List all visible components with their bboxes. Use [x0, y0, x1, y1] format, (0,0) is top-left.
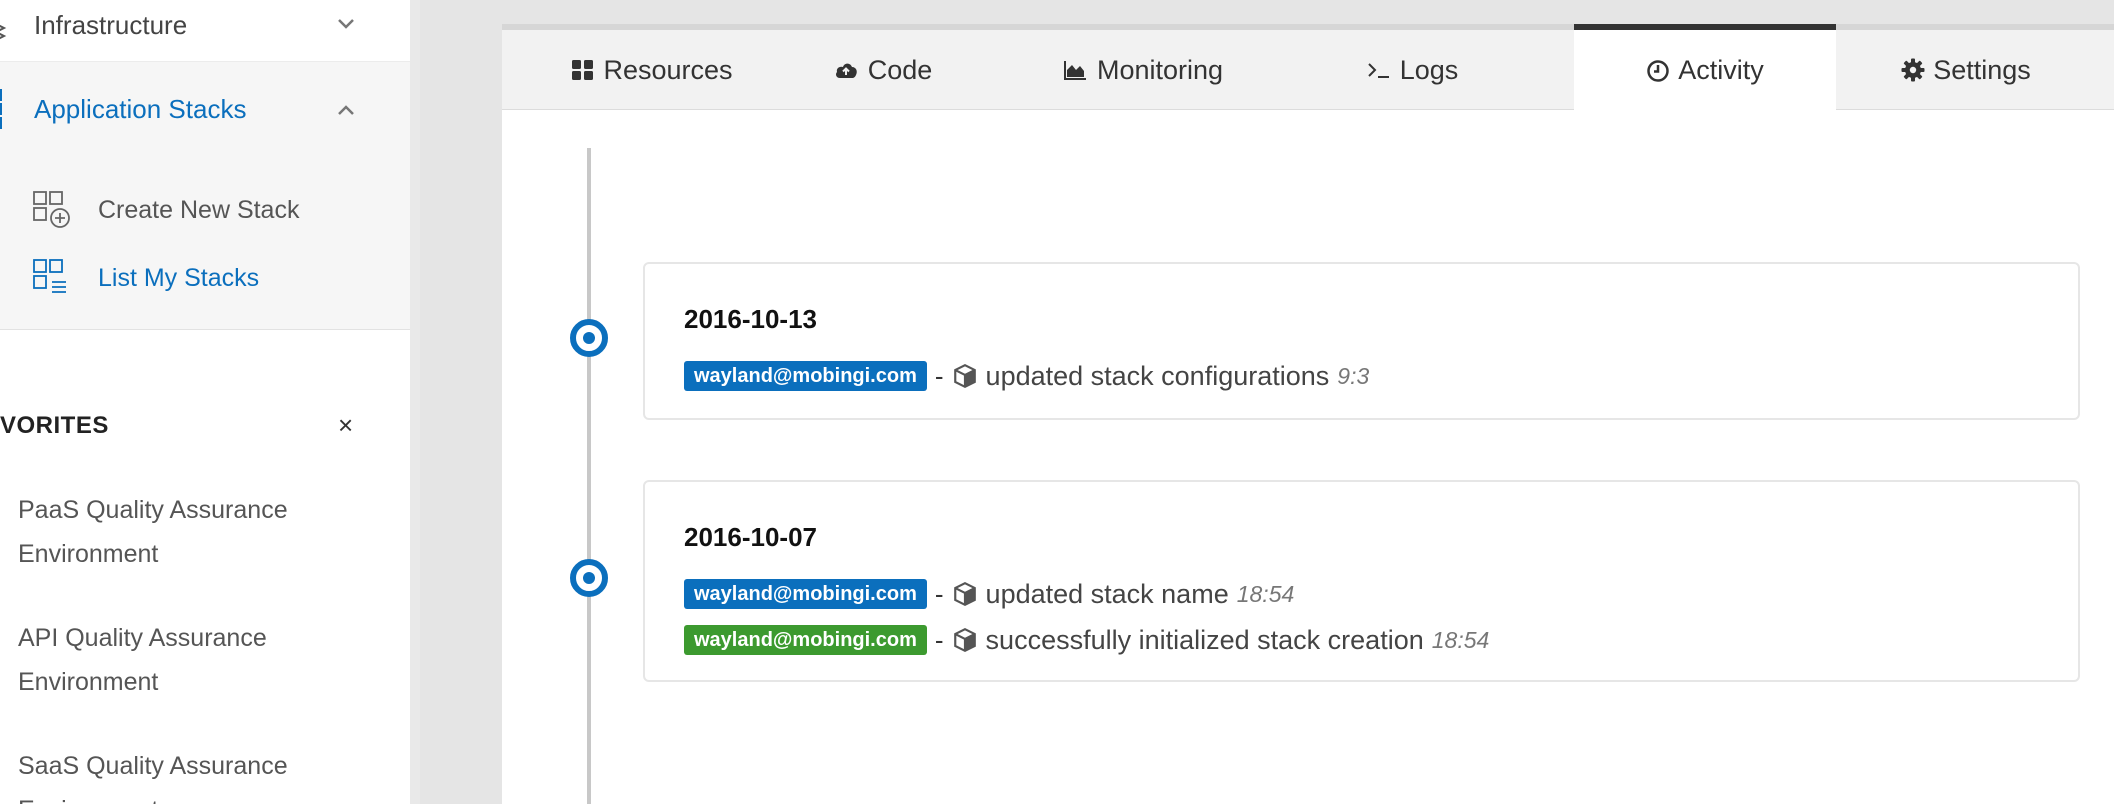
favorites-close-icon[interactable]: ×	[338, 410, 353, 441]
tab-label: Settings	[1933, 54, 2031, 85]
activity-date: 2016-10-07	[684, 522, 817, 552]
tab-monitoring[interactable]: Monitoring	[1022, 30, 1262, 110]
user-badge[interactable]: wayland@mobingi.com	[684, 625, 927, 655]
activity-date: 2016-10-13	[684, 304, 817, 334]
tab-logs[interactable]: Logs	[1302, 30, 1522, 110]
separator: -	[934, 578, 944, 609]
activity-time: 18:54	[1431, 626, 1490, 653]
list-my-stacks-label: List My Stacks	[98, 263, 260, 292]
tab-settings[interactable]: Settings	[1836, 30, 2096, 110]
area-chart-icon	[1063, 61, 1086, 80]
grid-icon	[572, 60, 594, 80]
favorite-item-line: Environment	[18, 668, 159, 696]
activity-entry: wayland@mobingi.com - updated stack conf…	[684, 359, 1369, 393]
cube-icon	[953, 627, 976, 653]
timeline-marker	[570, 319, 608, 357]
gear-icon	[1901, 58, 1925, 82]
favorites-header: VORITES ×	[0, 410, 410, 442]
tab-bar: Resources Code Monitoring Logs Activity …	[502, 24, 2114, 111]
nav-label-infrastructure: Infrastructure	[34, 9, 188, 40]
sidebar-divider	[410, 0, 420, 804]
application-stacks-submenu: Create New Stack List My Stacks	[0, 156, 410, 330]
favorite-item[interactable]: PaaS Quality Assurance Environment	[18, 488, 358, 576]
cube-icon	[953, 581, 976, 607]
nav-item-infrastructure[interactable]: Infrastructure	[0, 0, 410, 62]
chevron-up-icon[interactable]	[336, 100, 356, 120]
favorite-item-line: Environment	[18, 540, 159, 568]
tab-resources[interactable]: Resources	[542, 30, 762, 110]
favorite-item-line: PaaS Quality Assurance	[18, 496, 288, 524]
activity-card: 2016-10-13 wayland@mobingi.com - updated…	[643, 262, 2080, 420]
activity-time: 9:3	[1337, 362, 1370, 389]
tab-code[interactable]: Code	[802, 30, 962, 110]
sidebar: Infrastructure Application Stacks Create…	[0, 0, 410, 804]
nav-label-application-stacks: Application Stacks	[34, 93, 247, 124]
clock-icon	[1647, 59, 1669, 82]
create-stack-icon	[33, 191, 70, 228]
activity-message: updated stack configurations	[985, 360, 1330, 391]
cloud-upload-icon	[835, 63, 857, 78]
stack-detail-panel: Resources Code Monitoring Logs Activity …	[502, 24, 2114, 804]
tab-label: Activity	[1678, 55, 1764, 85]
favorite-item-line: API Quality Assurance	[18, 624, 267, 652]
create-new-stack-label: Create New Stack	[98, 195, 300, 224]
list-my-stacks-link[interactable]: List My Stacks	[30, 254, 259, 302]
user-badge[interactable]: wayland@mobingi.com	[684, 361, 927, 391]
user-badge[interactable]: wayland@mobingi.com	[684, 579, 927, 609]
favorite-item-line: Environment	[18, 788, 358, 804]
activity-entry: wayland@mobingi.com - successfully initi…	[684, 623, 1489, 657]
tab-label: Logs	[1399, 54, 1459, 85]
favorites-title: VORITES	[0, 412, 109, 439]
stack-icon	[0, 89, 2, 129]
favorite-item[interactable]: API Quality Assurance Environment	[18, 616, 358, 704]
separator: -	[934, 360, 944, 391]
activity-card: 2016-10-07 wayland@mobingi.com - updated…	[643, 480, 2080, 682]
tab-label: Monitoring	[1096, 54, 1224, 85]
tab-label: Code	[867, 54, 933, 85]
tab-activity[interactable]: Activity	[1574, 24, 1836, 111]
cube-icon	[953, 363, 976, 389]
activity-time: 18:54	[1236, 580, 1295, 607]
infrastructure-icon	[0, 24, 7, 40]
terminal-icon	[1368, 63, 1389, 78]
chevron-down-icon[interactable]	[336, 14, 356, 34]
nav-item-application-stacks[interactable]: Application Stacks	[0, 62, 410, 156]
activity-message: successfully initialized stack creation	[985, 624, 1424, 655]
activity-entry: wayland@mobingi.com - updated stack name…	[684, 577, 1294, 611]
timeline-marker	[570, 559, 608, 597]
create-new-stack-link[interactable]: Create New Stack	[30, 186, 299, 234]
tab-label: Resources	[603, 54, 733, 85]
favorite-item[interactable]: SaaS Quality Assurance Environment	[18, 744, 358, 804]
separator: -	[934, 624, 944, 655]
activity-message: updated stack name	[985, 578, 1229, 609]
favorite-item-line: SaaS Quality Assurance	[18, 752, 288, 780]
list-stacks-icon	[33, 259, 66, 293]
timeline-line	[587, 148, 591, 804]
